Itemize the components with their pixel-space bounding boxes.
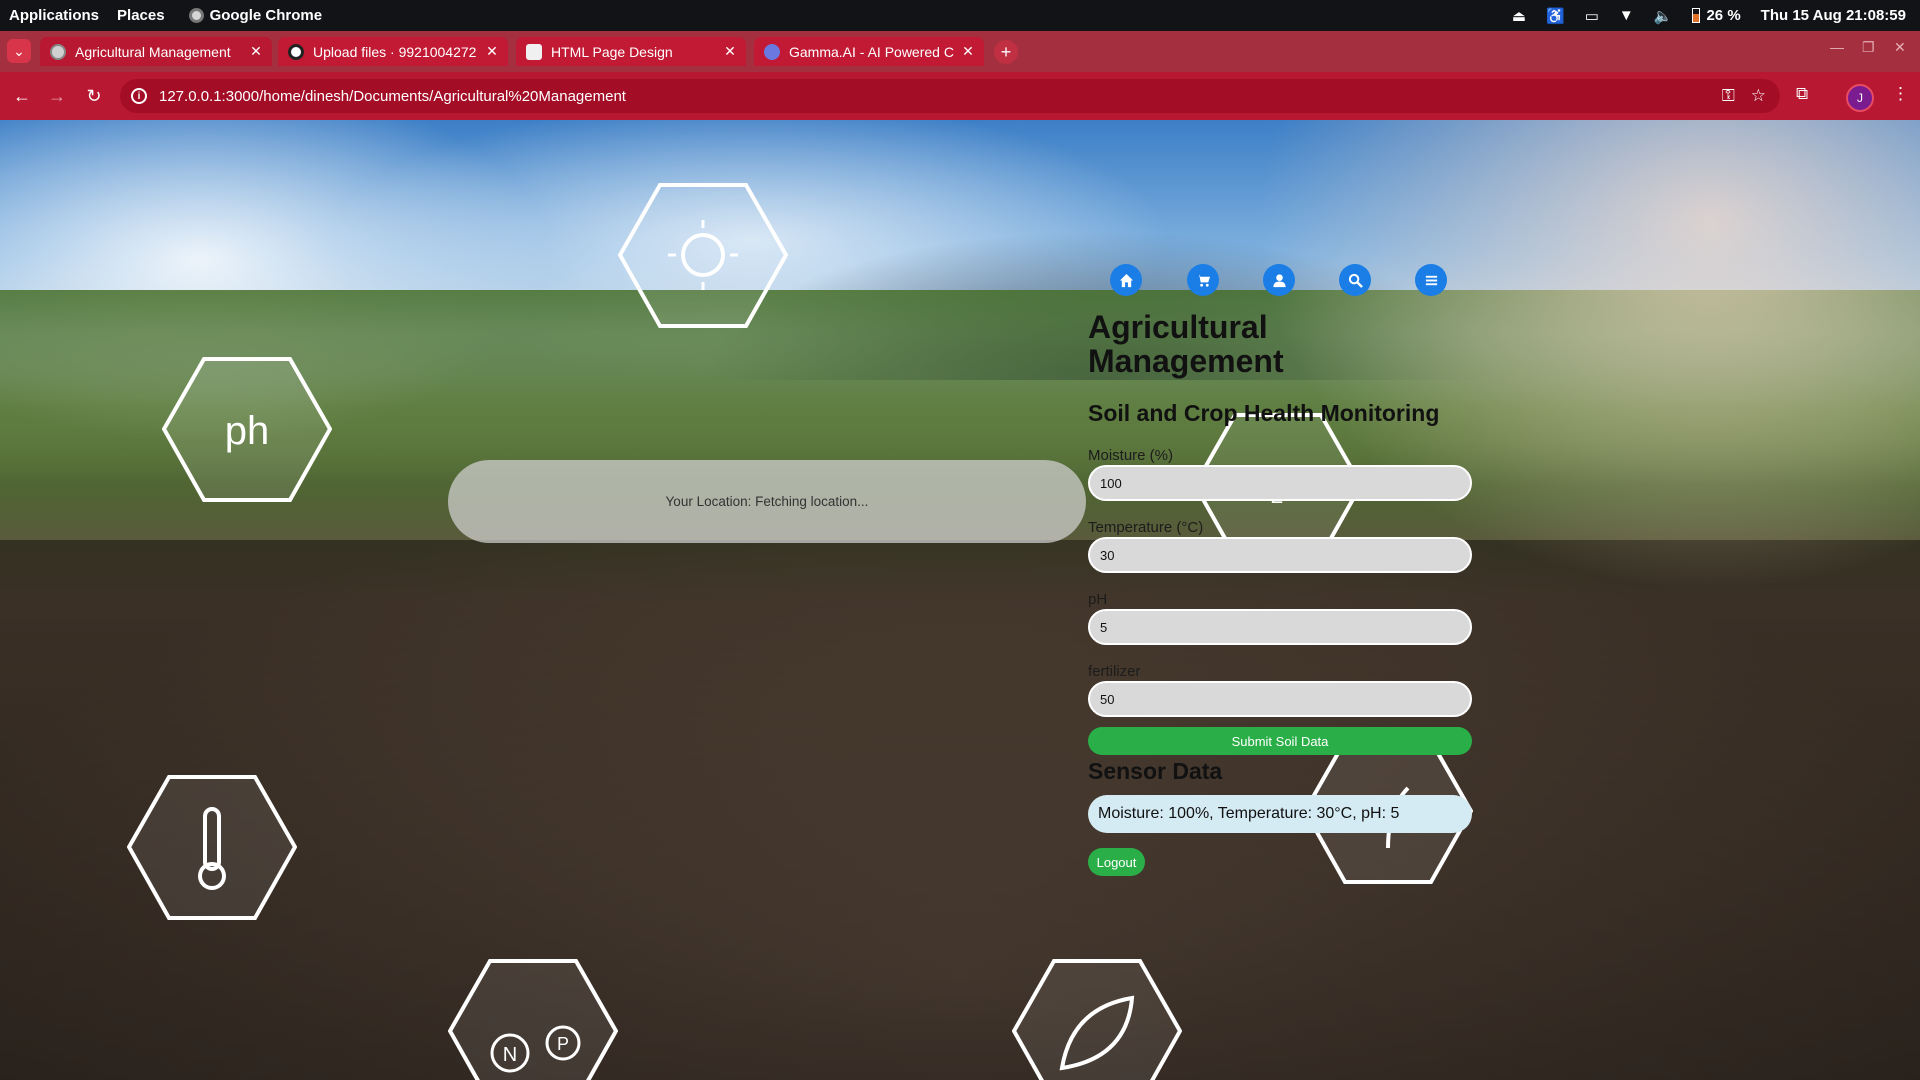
new-tab-button[interactable]: + [994,40,1018,64]
page-viewport: ph H₂O NP Your Location: Fetching locati… [0,120,1920,1080]
window-close-icon[interactable]: ✕ [1894,39,1906,56]
submit-soil-data-button[interactable]: Submit Soil Data [1088,727,1472,755]
fertilizer-label: fertilizer [1088,663,1141,680]
npk-hexagon-graphic: NP [447,958,619,1080]
moisture-label: Moisture (%) [1088,447,1174,464]
system-tray: ⏏ ♿ ▭ ▼ 🔈 26 % Thu 15 Aug 21:08:59 [1512,0,1906,31]
menu-icon[interactable] [1415,264,1447,296]
url-text[interactable]: 127.0.0.1:3000/home/dinesh/Documents/Agr… [159,88,626,105]
tab-upload-files[interactable]: Upload files · 9921004272 ✕ [278,37,508,66]
applications-menu[interactable]: Applications [9,7,99,24]
tab-title: Gamma.AI - AI Powered C [789,43,954,60]
soil-data-panel: Agricultural Management Soil and Crop He… [1088,310,1472,876]
back-icon[interactable]: ← [10,84,34,108]
volume-icon[interactable]: 🔈 [1654,7,1673,25]
location-text: Your Location: Fetching location... [665,494,869,509]
tab-strip: ⌄ Agricultural Management ✕ Upload files… [0,31,1920,72]
home-icon[interactable] [1110,264,1142,296]
fertilizer-value: 50 [1100,691,1115,707]
clock[interactable]: Thu 15 Aug 21:08:59 [1761,7,1906,24]
openai-icon [526,43,542,60]
search-icon[interactable] [1339,264,1371,296]
ph-label: pH [1088,591,1108,608]
location-card: Your Location: Fetching location... [448,460,1086,543]
nav-icon-bar [1110,264,1450,296]
close-icon[interactable]: ✕ [248,43,264,60]
restore-icon[interactable]: ❐ [1862,39,1875,56]
cart-icon[interactable] [1187,264,1219,296]
sensor-data-text: Moisture: 100%, Temperature: 30°C, pH: 5 [1098,805,1400,822]
eject-icon[interactable]: ⏏ [1512,7,1526,25]
ph-value: 5 [1100,619,1108,635]
minimize-icon[interactable]: — [1830,39,1844,55]
moisture-value: 100 [1100,475,1122,491]
npk-hex-label-n: N [503,1044,517,1066]
sensor-data-readout: Moisture: 100%, Temperature: 30°C, pH: 5 [1088,795,1472,833]
ph-hex-label: ph [225,409,270,453]
tab-search-button[interactable]: ⌄ [7,39,31,63]
globe-icon [50,43,66,60]
close-icon[interactable]: ✕ [722,43,738,60]
tab-agricultural-management[interactable]: Agricultural Management ✕ [40,37,272,66]
temperature-value: 30 [1100,547,1115,563]
moisture-input[interactable]: 100 [1088,465,1472,501]
active-app-name: Google Chrome [209,7,323,24]
close-icon[interactable]: ✕ [484,43,500,60]
npk-hex-label-p: P [557,1034,569,1054]
battery-percent: 26 % [1706,7,1741,24]
battery-icon [1692,8,1701,23]
github-icon [288,43,304,60]
chrome-icon [188,8,204,23]
ph-hexagon-graphic: ph [161,356,333,503]
os-top-bar: Applications Places Google Chrome ⏏ ♿ ▭ … [0,0,1920,31]
battery-indicator[interactable]: 26 % [1692,7,1741,24]
display-icon[interactable]: ▭ [1585,7,1599,25]
tab-title: Agricultural Management [75,43,231,60]
bookmark-star-icon[interactable]: ☆ [1751,86,1766,106]
temperature-label: Temperature (°C) [1088,519,1204,536]
fertilizer-input[interactable]: 50 [1088,681,1472,717]
thermometer-hexagon-graphic [126,774,298,921]
browser-toolbar: ← → ↻ i 127.0.0.1:3000/home/dinesh/Docum… [0,72,1920,120]
close-icon[interactable]: ✕ [960,43,976,60]
omnibox-actions: ⚿ ☆ [1722,86,1766,106]
ph-input[interactable]: 5 [1088,609,1472,645]
page-subtitle: Soil and Crop Health Monitoring [1088,400,1440,426]
active-app-indicator[interactable]: Google Chrome [188,7,323,24]
forward-icon[interactable]: → [45,84,69,108]
gamma-icon [764,43,780,60]
places-menu[interactable]: Places [117,7,165,24]
tab-title: HTML Page Design [551,43,673,60]
sun-hexagon-graphic [617,182,789,329]
tab-gamma-ai[interactable]: Gamma.AI - AI Powered C ✕ [754,37,984,66]
user-icon[interactable] [1263,264,1295,296]
tab-title: Upload files · 9921004272 [313,43,477,60]
extensions-icon[interactable]: ⧉ [1796,84,1808,104]
temperature-input[interactable]: 30 [1088,537,1472,573]
site-info-icon[interactable]: i [131,88,147,104]
tab-html-page-design[interactable]: HTML Page Design ✕ [516,37,746,66]
wifi-icon[interactable]: ▼ [1619,7,1634,24]
logout-button[interactable]: Logout [1088,848,1145,876]
address-bar[interactable]: i 127.0.0.1:3000/home/dinesh/Documents/A… [120,79,1780,113]
reload-icon[interactable]: ↻ [82,84,106,108]
more-menu-icon[interactable]: ⋮ [1892,84,1909,104]
profile-avatar[interactable]: J [1846,84,1874,112]
leaf-hexagon-graphic [1011,958,1183,1080]
page-title: Agricultural Management [1088,309,1284,379]
accessibility-icon[interactable]: ♿ [1546,7,1565,25]
sensor-data-heading: Sensor Data [1088,758,1223,784]
key-icon[interactable]: ⚿ [1722,86,1735,106]
